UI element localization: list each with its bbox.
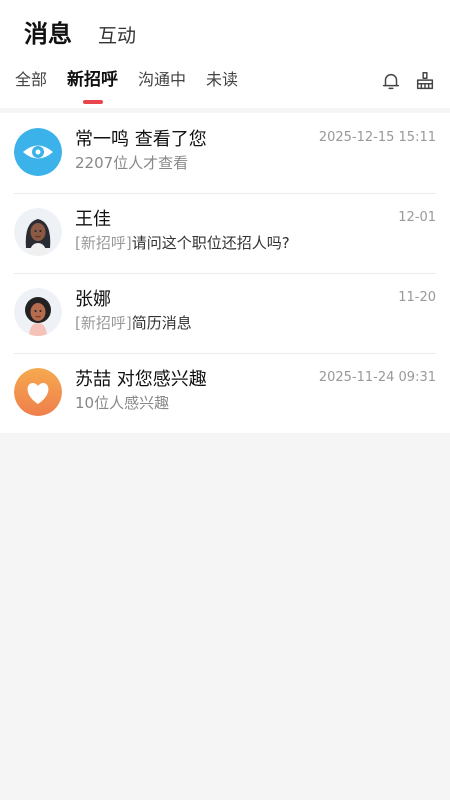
- messages-screen: 消息 互动 全部 新招呼 沟通中 未读 常一鸣 查看了您 2207位人才查看 2…: [0, 0, 450, 800]
- active-tab-indicator: [82, 100, 103, 104]
- filter-new-greetings[interactable]: 新招呼: [67, 68, 119, 104]
- preview-text: 简历消息: [131, 314, 192, 332]
- list-item[interactable]: 常一鸣 查看了您 2207位人才查看 2025-12-15 15:11: [0, 113, 450, 193]
- message-time: 2025-11-24 09:31: [318, 370, 436, 385]
- message-list: 常一鸣 查看了您 2207位人才查看 2025-12-15 15:11 王佳 […: [0, 113, 450, 433]
- message-time: 11-20: [398, 290, 436, 305]
- sub-tabs: 全部 新招呼 沟通中 未读: [15, 68, 258, 104]
- bell-icon[interactable]: [380, 70, 402, 92]
- header: 消息 互动 全部 新招呼 沟通中 未读: [0, 0, 450, 108]
- filter-in-progress[interactable]: 沟通中: [138, 68, 186, 92]
- new-greeting-tag: [新招呼]: [75, 234, 132, 252]
- contact-name: 王佳: [75, 209, 111, 230]
- tab-messages[interactable]: 消息: [24, 14, 72, 49]
- contact-name: 张娜: [75, 289, 111, 310]
- preview-text: 10位人感兴趣: [75, 394, 170, 412]
- heart-icon: [14, 368, 62, 416]
- message-preview: [新招呼]请问这个职位还招人吗?: [75, 232, 290, 253]
- message-preview: 10位人感兴趣: [75, 392, 169, 413]
- preview-text: 2207位人才查看: [75, 154, 189, 172]
- user-avatar: [14, 208, 62, 256]
- list-item[interactable]: 张娜 [新招呼]简历消息 11-20: [0, 273, 450, 353]
- user-avatar: [14, 288, 62, 336]
- contact-name: 苏喆 对您感兴趣: [75, 369, 207, 390]
- list-item[interactable]: 苏喆 对您感兴趣 10位人感兴趣 2025-11-24 09:31: [0, 353, 450, 433]
- new-greeting-tag: [新招呼]: [75, 314, 132, 332]
- top-tabs: 消息 互动: [24, 14, 162, 49]
- eye-icon: [14, 128, 62, 176]
- message-preview: 2207位人才查看: [75, 152, 188, 173]
- message-time: 12-01: [398, 210, 436, 225]
- header-actions: [368, 70, 436, 92]
- sweep-icon[interactable]: [414, 70, 436, 92]
- preview-text: 请问这个职位还招人吗?: [131, 234, 290, 252]
- filter-new-greetings-label: 新招呼: [67, 70, 119, 90]
- message-time: 2025-12-15 15:11: [318, 130, 436, 145]
- list-item[interactable]: 王佳 [新招呼]请问这个职位还招人吗? 12-01: [0, 193, 450, 273]
- contact-name: 常一鸣 查看了您: [75, 129, 207, 150]
- filter-unread[interactable]: 未读: [206, 68, 238, 92]
- filter-all[interactable]: 全部: [15, 68, 47, 92]
- message-preview: [新招呼]简历消息: [75, 312, 192, 333]
- tab-interaction[interactable]: 互动: [98, 21, 136, 48]
